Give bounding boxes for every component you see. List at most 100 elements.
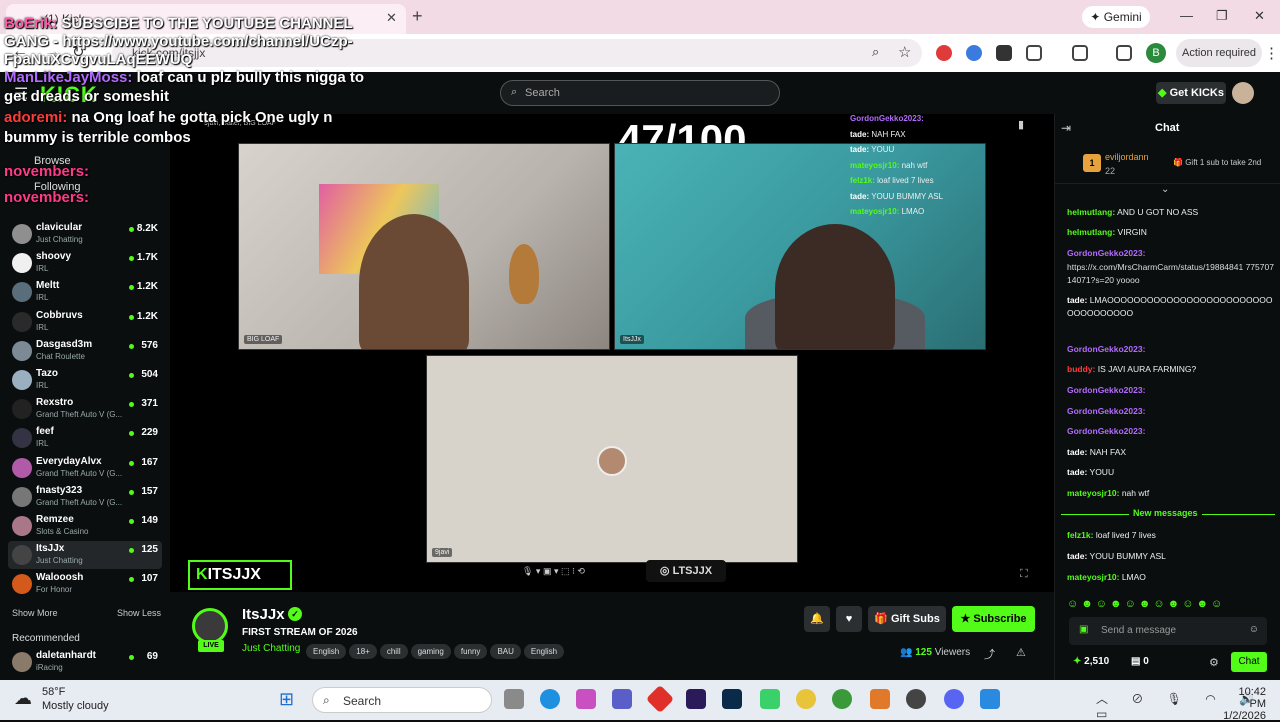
chat-message[interactable]: tade: LMAOOOOOOOOOOOOOOOOOOOOOOOOOOOOOOO… — [1067, 294, 1277, 320]
file-explorer-icon[interactable] — [504, 689, 524, 709]
tag-chip[interactable]: BAU — [490, 644, 521, 659]
get-kicks-button[interactable]: ◆ Get KICKs — [1156, 82, 1226, 104]
collapse-chat-icon[interactable]: ⇥ — [1061, 121, 1071, 135]
chat-username[interactable]: tade: — [1067, 467, 1087, 477]
sidebar-channel[interactable]: EverydayAlvx Grand Theft Auto V (G... 167 — [8, 454, 162, 482]
chat-message[interactable]: tade: YOUU — [1067, 466, 1277, 479]
new-messages-divider[interactable]: New messages — [1061, 508, 1275, 520]
tag-chip[interactable]: funny — [453, 644, 488, 659]
sidebar-channel[interactable]: Dasgasd3m Chat Roulette 576 — [8, 337, 162, 365]
chat-username[interactable]: tade: — [1067, 295, 1087, 305]
chrome-icon[interactable] — [796, 689, 816, 709]
sidebar-channel[interactable]: Meltt IRL 1.2K — [8, 278, 162, 306]
obs-icon[interactable] — [906, 689, 926, 709]
chat-message[interactable]: helmutlang: VIRGIN — [1067, 226, 1277, 239]
chat-username[interactable]: GordonGekko2023: — [1067, 344, 1145, 354]
chat-message[interactable]: https://x.com/MrsCharmCarm/status/198848… — [1067, 261, 1277, 287]
app-icon[interactable] — [645, 684, 675, 714]
minimize-icon[interactable]: — — [1180, 8, 1193, 23]
sidebar-channel[interactable]: Remzee Slots & Casino 149 — [8, 512, 162, 540]
chat-username[interactable]: tade: — [1067, 447, 1087, 457]
chat-message[interactable]: GordonGekko2023: — [1067, 405, 1277, 418]
app-icon[interactable] — [980, 689, 1000, 709]
top-gifter-name[interactable]: eviljordann — [1105, 152, 1149, 162]
window-close-icon[interactable]: ✕ — [1254, 8, 1265, 24]
tag-chip[interactable]: English — [306, 644, 347, 659]
sidebar-channel[interactable]: clavicular Just Chatting 8.2K — [8, 220, 162, 248]
show-more-link[interactable]: Show More — [12, 608, 58, 618]
channel-points[interactable]: ✦ 2,510 — [1073, 656, 1109, 667]
app-icon[interactable] — [760, 689, 780, 709]
sidebar-channel[interactable]: fnasty323 Grand Theft Auto V (G... 157 — [8, 483, 162, 511]
extension-icon[interactable] — [966, 45, 982, 61]
cast-icon[interactable] — [1072, 45, 1088, 61]
chat-message[interactable]: GordonGekko2023: — [1067, 384, 1277, 397]
chat-message[interactable]: helmutlang: AND U GOT NO ASS — [1067, 206, 1277, 219]
tag-chip[interactable]: gaming — [410, 644, 451, 659]
maximize-icon[interactable]: ❐ — [1216, 8, 1228, 24]
subscribe-button[interactable]: ★ Subscribe — [952, 606, 1035, 632]
app-icon[interactable] — [870, 689, 890, 709]
channel-name[interactable]: ItsJJx — [242, 606, 285, 623]
chat-username[interactable]: mateyosjr10: — [1067, 488, 1119, 498]
extension-icon[interactable] — [996, 45, 1012, 61]
chat-username[interactable]: GordonGekko2023: — [1067, 248, 1145, 258]
zoom-icon[interactable]: ⌕ — [872, 44, 879, 60]
tag-chip[interactable]: English — [523, 644, 565, 659]
gift-subs-button[interactable]: 🎁 Gift Subs — [868, 606, 946, 632]
chat-message[interactable]: tade: NAH FAX — [1067, 446, 1277, 459]
sidebar-channel[interactable]: Rexstro Grand Theft Auto V (G... 371 — [8, 395, 162, 423]
chat-message[interactable]: mateyosjr10: LMAO — [1067, 571, 1277, 584]
profile-avatar[interactable]: B — [1146, 43, 1166, 63]
chat-message[interactable]: tade: YOUU BUMMY ASL — [1067, 550, 1277, 563]
user-avatar[interactable] — [1232, 82, 1254, 104]
action-required-button[interactable]: Action required — [1176, 39, 1262, 67]
new-tab-icon[interactable]: + — [412, 6, 423, 27]
search-input[interactable] — [525, 84, 765, 102]
search-box[interactable]: ⌕ — [500, 80, 780, 106]
bookmark-star-icon[interactable]: ☆ — [898, 43, 911, 61]
chat-username[interactable]: GordonGekko2023: — [1067, 406, 1145, 416]
taskbar-search[interactable]: ⌕ Search — [312, 687, 492, 713]
sidebar-channel[interactable]: Tazo IRL 504 — [8, 366, 162, 394]
bell-icon[interactable]: 🔔 — [804, 606, 830, 632]
tab-close-icon[interactable]: ✕ — [386, 10, 397, 26]
follow-heart-icon[interactable]: ♥ — [836, 606, 862, 632]
sidebar-channel[interactable]: Cobbruvs IRL 1.2K — [8, 308, 162, 336]
sidebar-channel[interactable]: ItsJJx Just Chatting 125 — [8, 541, 162, 570]
chat-username[interactable]: GordonGekko2023: — [1067, 385, 1145, 395]
channel-avatar[interactable] — [192, 608, 228, 644]
chat-message[interactable]: felz1k: loaf lived 7 lives — [1067, 529, 1277, 542]
report-icon[interactable]: ⚠ — [1016, 646, 1026, 659]
chat-input[interactable]: ▣ Send a message ☺ — [1069, 617, 1267, 645]
discord-icon[interactable] — [944, 689, 964, 709]
windows-start-icon[interactable]: ⊞ — [279, 688, 301, 710]
chat-username[interactable]: GordonGekko2023: — [1067, 426, 1145, 436]
category-link[interactable]: Just Chatting — [242, 643, 300, 654]
copilot-icon[interactable] — [576, 689, 596, 709]
drops[interactable]: ▤ 0 — [1131, 656, 1149, 667]
chat-message[interactable]: GordonGekko2023: — [1067, 343, 1277, 356]
tag-chip[interactable]: 18+ — [349, 644, 377, 659]
recommended-channel[interactable]: daletanhardt iRacing 69 — [8, 648, 162, 676]
photoshop-icon[interactable] — [722, 689, 742, 709]
fullscreen-icon[interactable]: ⛶ — [1020, 568, 1028, 581]
call-controls[interactable]: 🎙 ▾ ▣ ▾ ⬚ ⁝ ⟲ — [522, 566, 642, 582]
chat-message[interactable]: buddy: IS JAVI AURA FARMING? — [1067, 363, 1277, 376]
chat-username[interactable]: helmutlang: — [1067, 207, 1115, 217]
media-queue-icon[interactable] — [1116, 45, 1132, 61]
chat-username[interactable]: helmutlang: — [1067, 227, 1115, 237]
chat-username[interactable]: mateyosjr10: — [1067, 572, 1119, 582]
video-player[interactable]: 9javi, Baller, BIG LOAF 47/100 ▮ BIG LOA… — [170, 114, 1054, 592]
gift-prompt[interactable]: 🎁 Gift 1 sub to take 2nd — [1173, 158, 1261, 167]
chat-message[interactable]: GordonGekko2023: — [1067, 247, 1277, 260]
edge-icon[interactable] — [540, 689, 560, 709]
settings-gear-icon[interactable]: ⚙ — [1209, 656, 1219, 669]
browser-menu-icon[interactable]: ⋮ — [1264, 44, 1279, 62]
puzzle-extensions-icon[interactable] — [1026, 45, 1042, 61]
emote-bar[interactable]: ☺☻☺☻☺☻☺☻☺☻☺ — [1067, 598, 1277, 610]
sidebar-channel[interactable]: Walooosh For Honor 107 — [8, 570, 162, 598]
emoji-icon[interactable]: ☺ — [1249, 624, 1259, 635]
chat-message[interactable]: mateyosjr10: nah wtf — [1067, 487, 1277, 500]
show-less-link[interactable]: Show Less — [117, 608, 161, 618]
